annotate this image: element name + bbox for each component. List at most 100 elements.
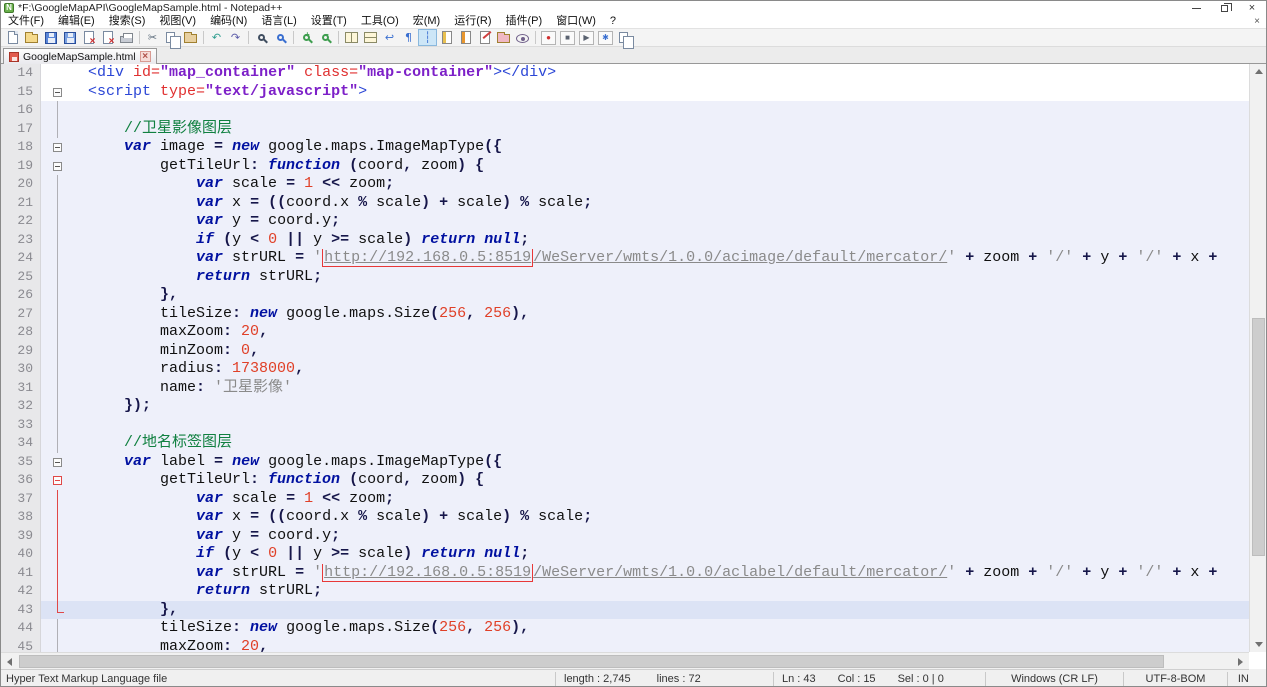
zoom-out-icon[interactable]: − [316,29,335,46]
line-number[interactable]: 17 [1,120,41,139]
macro-stop-icon[interactable]: ■ [558,29,577,46]
code-line[interactable]: 24 var strURL = 'http://192.168.0.5:8519… [1,249,1249,268]
fold-margin[interactable] [50,101,66,120]
restore-button[interactable] [1210,1,1238,15]
line-number[interactable]: 44 [1,619,41,638]
code-text[interactable]: <script type="text/javascript"> [66,83,1249,102]
redo-icon[interactable]: ↷ [226,29,245,46]
fold-margin[interactable] [50,231,66,250]
vertical-scroll-thumb[interactable] [1252,318,1265,556]
line-number[interactable]: 45 [1,638,41,653]
line-number[interactable]: 33 [1,416,41,435]
line-number[interactable]: 26 [1,286,41,305]
menu-item-3[interactable]: 搜索(S) [102,15,153,28]
code-line[interactable]: 38 var x = ((coord.x % scale) + scale) %… [1,508,1249,527]
code-line[interactable]: 28 maxZoom: 20, [1,323,1249,342]
document-map-icon[interactable] [456,29,475,46]
code-line[interactable]: 19 getTileUrl: function (coord, zoom) { [1,157,1249,176]
line-number[interactable]: 15 [1,83,41,102]
code-line[interactable]: 26 }, [1,286,1249,305]
code-line[interactable]: 45 maxZoom: 20, [1,638,1249,653]
line-number[interactable]: 39 [1,527,41,546]
code-text[interactable]: maxZoom: 20, [66,638,1249,653]
line-number[interactable]: 34 [1,434,41,453]
zoom-in-icon[interactable]: + [297,29,316,46]
find-icon[interactable] [252,29,271,46]
cut-icon[interactable]: ✂ [143,29,162,46]
line-number[interactable]: 37 [1,490,41,509]
bookmark-margin[interactable] [41,601,50,620]
code-line[interactable]: 34 //地名标签图层 [1,434,1249,453]
code-line[interactable]: 37 var scale = 1 << zoom; [1,490,1249,509]
line-number[interactable]: 31 [1,379,41,398]
bookmark-margin[interactable] [41,323,50,342]
menu-item-7[interactable]: 设置(T) [304,15,354,28]
fold-margin[interactable] [50,619,66,638]
code-text[interactable]: tileSize: new google.maps.Size(256, 256)… [66,305,1249,324]
line-number[interactable]: 24 [1,249,41,268]
bookmark-margin[interactable] [41,416,50,435]
paste-icon[interactable] [181,29,200,46]
fold-margin[interactable] [50,564,66,583]
copy-icon[interactable] [162,29,181,46]
line-number[interactable]: 43 [1,601,41,620]
bookmark-margin[interactable] [41,360,50,379]
code-line[interactable]: 44 tileSize: new google.maps.Size(256, 2… [1,619,1249,638]
code-line[interactable]: 17 //卫星影像图层 [1,120,1249,139]
menu-item-11[interactable]: 插件(P) [499,15,550,28]
code-text[interactable]: if (y < 0 || y >= scale) return null; [66,231,1249,250]
fold-collapse-icon[interactable] [53,143,62,152]
code-line[interactable]: 29 minZoom: 0, [1,342,1249,361]
fold-margin[interactable] [50,527,66,546]
code-text[interactable]: getTileUrl: function (coord, zoom) { [66,471,1249,490]
code-text[interactable]: radius: 1738000, [66,360,1249,379]
code-line[interactable]: 32 }); [1,397,1249,416]
code-text[interactable]: var y = coord.y; [66,527,1249,546]
bookmark-margin[interactable] [41,305,50,324]
fold-margin[interactable] [50,379,66,398]
menu-item-12[interactable]: 窗口(W) [549,15,603,28]
open-file-icon[interactable] [22,29,41,46]
code-line[interactable]: 36 getTileUrl: function (coord, zoom) { [1,471,1249,490]
fold-margin[interactable] [50,305,66,324]
line-number[interactable]: 20 [1,175,41,194]
code-text[interactable] [66,101,1249,120]
menu-item-10[interactable]: 运行(R) [447,15,498,28]
bookmark-margin[interactable] [41,490,50,509]
macro-run-multiple-icon[interactable]: ✱ [596,29,615,46]
undo-icon[interactable]: ↶ [207,29,226,46]
macro-record-icon[interactable]: ● [539,29,558,46]
code-text[interactable] [66,416,1249,435]
fold-margin[interactable] [50,249,66,268]
bookmark-margin[interactable] [41,527,50,546]
macro-play-icon[interactable]: ▶ [577,29,596,46]
scroll-up-arrow-icon[interactable] [1250,64,1266,79]
bookmark-margin[interactable] [41,379,50,398]
code-line[interactable]: 27 tileSize: new google.maps.Size(256, 2… [1,305,1249,324]
tab-close-icon[interactable]: × [140,51,151,62]
bookmark-margin[interactable] [41,619,50,638]
menu-item-1[interactable]: 文件(F) [1,15,51,28]
bookmark-margin[interactable] [41,434,50,453]
fold-margin[interactable] [50,83,66,102]
code-line[interactable]: 18 var image = new google.maps.ImageMapT… [1,138,1249,157]
function-list-icon[interactable] [437,29,456,46]
code-line[interactable]: 39 var y = coord.y; [1,527,1249,546]
fold-margin[interactable] [50,323,66,342]
code-text[interactable]: var scale = 1 << zoom; [66,490,1249,509]
bookmark-margin[interactable] [41,120,50,139]
code-text[interactable]: return strURL; [66,268,1249,287]
line-number[interactable]: 32 [1,397,41,416]
fold-margin[interactable] [50,471,66,490]
fold-margin[interactable] [50,582,66,601]
line-number[interactable]: 29 [1,342,41,361]
code-text[interactable]: return strURL; [66,582,1249,601]
code-text[interactable]: var x = ((coord.x % scale) + scale) % sc… [66,194,1249,213]
line-number[interactable]: 25 [1,268,41,287]
code-text[interactable]: //卫星影像图层 [66,120,1249,139]
macro-save-icon[interactable] [615,29,634,46]
line-number[interactable]: 28 [1,323,41,342]
fold-margin[interactable] [50,416,66,435]
fold-margin[interactable] [50,175,66,194]
code-text[interactable]: }, [66,601,1249,620]
